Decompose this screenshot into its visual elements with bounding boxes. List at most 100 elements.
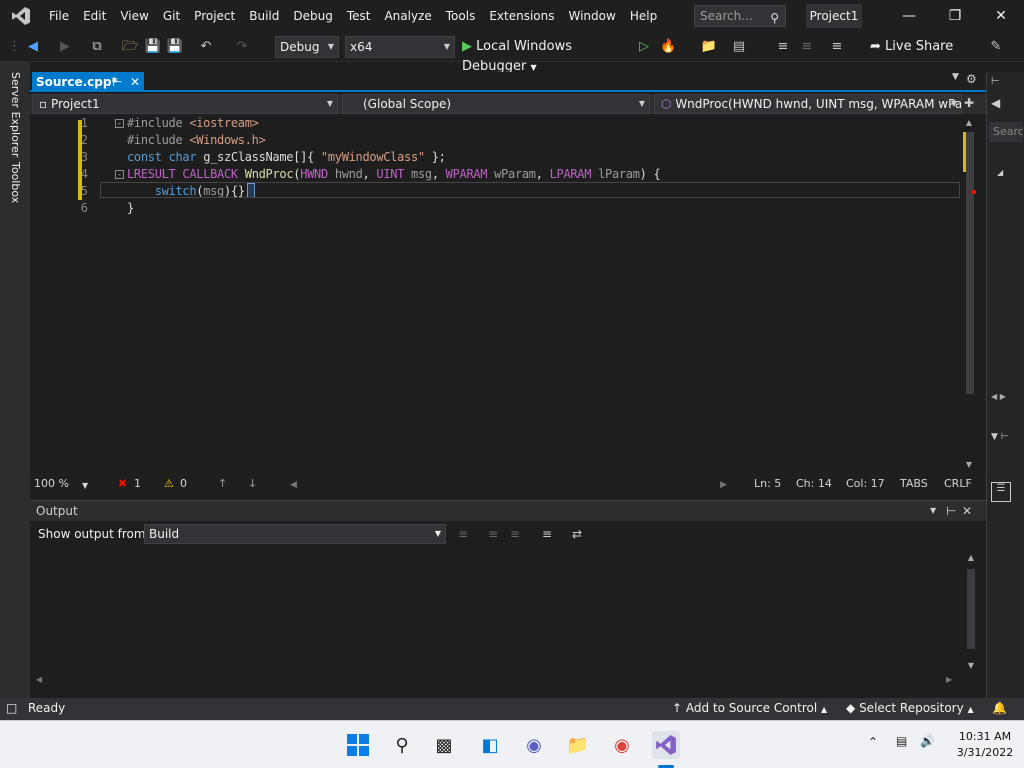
indent-mode[interactable]: TABS [900,477,928,491]
close-window-button[interactable]: ✕ [978,0,1024,32]
back-icon[interactable]: ◀ [991,96,1000,110]
widgets-icon[interactable]: ◧ [476,731,504,759]
open-file-icon[interactable]: 🗁 [120,37,140,57]
select-repository-button[interactable]: ◆ Select Repository ▲ [846,701,974,715]
comment-icon[interactable]: ≡ [798,37,816,57]
feedback-icon[interactable]: ✎ [986,37,1006,57]
maximize-button[interactable]: ❐ [932,0,978,32]
collapse-icon[interactable]: - [115,119,124,128]
redo-icon[interactable]: ↷ [232,37,252,57]
find-message-icon[interactable]: ≡ [458,527,468,541]
minimize-button[interactable]: — [886,0,932,32]
menu-project[interactable]: Project [187,0,242,32]
hot-reload-icon[interactable]: 🔥 [660,37,676,57]
solution-explorer-icon[interactable]: 📁 [700,37,718,57]
volume-icon[interactable]: 🔊 [920,734,935,748]
pin-icon[interactable]: ⊢ [112,72,122,92]
system-clock[interactable]: 10:31 AM 3/31/2022 [950,729,1020,761]
properties-icon[interactable]: ☰ [991,482,1011,502]
scroll-up-icon[interactable]: ▲ [962,118,976,127]
line-indicator[interactable]: Ln: 5 [754,477,781,491]
live-share-button[interactable]: ➦ Live Share [870,37,970,57]
char-indicator[interactable]: Ch: 14 [796,477,832,491]
teams-chat-icon[interactable]: ◉ [520,731,548,759]
scroll-left-icon[interactable]: ◀ ▶ [991,392,1006,401]
notifications-bell-icon[interactable]: 🔔 [992,701,1007,715]
arrow-down-icon[interactable]: ↓ [248,477,257,491]
zoom-level[interactable]: 100 % [34,477,69,491]
network-icon[interactable]: ▤ [896,734,907,748]
output-text-area[interactable]: ▲ ▼ ◀ ▶ [30,551,986,684]
chevron-down-icon[interactable]: ▼ ⊢ [991,432,1009,442]
file-explorer-icon[interactable]: 📁 [564,731,592,759]
pin-icon[interactable]: ⊢ [946,501,956,521]
chevron-up-icon[interactable]: ⌃ [868,735,878,749]
search-input[interactable]: Search... ⚲ [694,5,786,27]
forward-icon[interactable]: ▶ [56,37,74,57]
scroll-down-icon[interactable]: ▼ [964,661,978,670]
word-wrap-icon[interactable]: ⇄ [572,527,582,541]
toolbox-tab[interactable]: Toolbox [9,162,22,203]
warning-count[interactable]: 0 [180,477,187,491]
start-without-debugging-icon[interactable]: ▷ [636,37,652,57]
server-explorer-tab[interactable]: Server Explorer [9,72,22,157]
expand-icon[interactable]: ◢ [997,168,1003,177]
clear-all-icon[interactable]: ≡ [542,527,552,541]
menu-extensions[interactable]: Extensions [482,0,561,32]
settings-gear-icon[interactable]: ⚙ [966,72,977,86]
scroll-right-icon[interactable]: ▶ [946,675,952,684]
warning-icon[interactable]: ⚠ [164,477,174,491]
menu-analyze[interactable]: Analyze [377,0,438,32]
member-dropdown[interactable]: ⬡ WndProc(HWND hwnd, UINT msg, WPARAM wP… [654,94,962,114]
error-icon[interactable]: ✖ [118,477,127,491]
scrollbar-thumb[interactable] [967,569,975,649]
taskbar-search-icon[interactable]: ⚲ [388,731,416,759]
solution-configuration-dropdown[interactable]: Debug ▼ [275,36,339,58]
start-windows-icon[interactable] [344,731,372,759]
menu-build[interactable]: Build [242,0,286,32]
source-control-button[interactable]: ↑ Add to Source Control ▲ [672,701,827,715]
project-dropdown[interactable]: ▫ Project1 ▼ [32,94,338,114]
menu-file[interactable]: File [42,0,76,32]
error-count[interactable]: 1 [134,477,141,491]
menu-test[interactable]: Test [340,0,378,32]
save-all-icon[interactable]: 💾 [166,37,184,57]
menu-tools[interactable]: Tools [439,0,483,32]
menu-edit[interactable]: Edit [76,0,113,32]
scroll-left-icon[interactable]: ◀ [290,478,297,492]
tab-source-cpp[interactable]: Source.cpp* ⊢ ✕ [32,72,144,92]
arrow-up-icon[interactable]: ↑ [218,477,227,491]
scroll-up-icon[interactable]: ▲ [964,553,978,562]
solution-search-input[interactable]: Searc [989,122,1023,142]
scroll-down-icon[interactable]: ▼ [962,460,976,469]
menu-debug[interactable]: Debug [286,0,339,32]
task-view-icon[interactable]: ▩ [430,731,458,759]
collapse-icon[interactable]: - [115,170,124,179]
chrome-icon[interactable]: ◉ [608,731,636,759]
tab-dropdown-icon[interactable]: ▼ [952,72,959,82]
menu-window[interactable]: Window [562,0,623,32]
start-debugging-button[interactable]: ▶ Local Windows Debugger ▼ [462,37,632,74]
chevron-down-icon[interactable]: ▼ [82,479,88,493]
menu-help[interactable]: Help [623,0,664,32]
new-project-icon[interactable]: ⧉ [86,37,108,57]
scrollbar-thumb[interactable] [966,132,974,394]
prev-message-icon[interactable]: ≡ [488,527,498,541]
output-horizontal-scrollbar[interactable]: ◀ ▶ [30,675,964,689]
next-message-icon[interactable]: ≡ [510,527,520,541]
close-tab-icon[interactable]: ✕ [130,72,140,92]
editor-vertical-scrollbar[interactable]: ▲ ▼ [962,114,976,474]
output-source-dropdown[interactable]: Build ▼ [144,524,446,544]
window-layout-icon[interactable]: ▤ [730,37,748,57]
indent-icon[interactable]: ≡ [828,37,846,57]
output-vertical-scrollbar[interactable]: ▲ ▼ [964,551,978,681]
visual-studio-taskbar-icon[interactable] [652,731,680,759]
scope-dropdown[interactable]: (Global Scope) ▼ [342,94,650,114]
scroll-right-icon[interactable]: ▶ [720,478,727,492]
chevron-down-icon[interactable]: ▼ [930,501,936,521]
undo-icon[interactable]: ↶ [196,37,216,57]
solution-platform-dropdown[interactable]: x64 ▼ [345,36,455,58]
project-name-badge[interactable]: Project1 [806,4,862,28]
line-ending[interactable]: CRLF [944,477,972,491]
column-indicator[interactable]: Col: 17 [846,477,885,491]
